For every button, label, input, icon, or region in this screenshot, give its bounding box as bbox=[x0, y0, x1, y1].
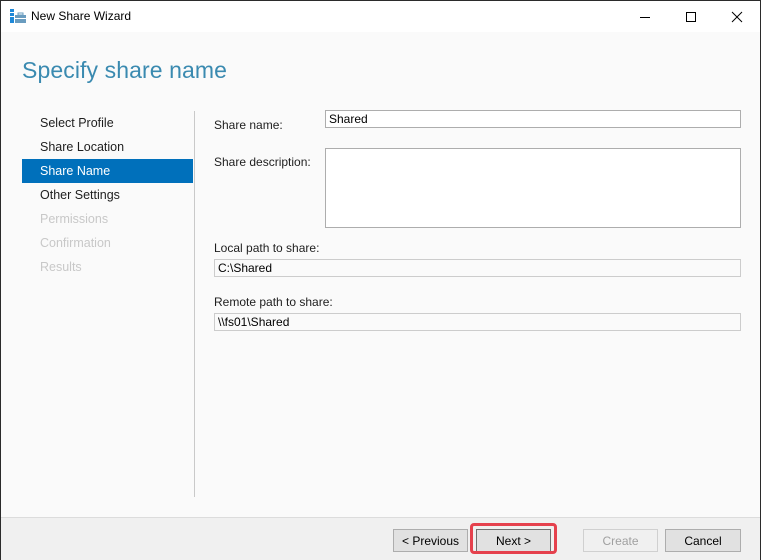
minimize-icon bbox=[640, 16, 650, 18]
minimize-button[interactable] bbox=[622, 1, 668, 32]
title-bar[interactable]: New Share Wizard bbox=[1, 1, 760, 32]
nav-item-permissions: Permissions bbox=[40, 212, 109, 226]
maximize-button[interactable] bbox=[668, 1, 714, 32]
server-share-icon bbox=[10, 9, 26, 23]
nav-item-select-profile[interactable]: Select Profile bbox=[22, 111, 193, 135]
maximize-icon bbox=[686, 11, 696, 22]
next-button[interactable]: Next > bbox=[476, 529, 551, 552]
nav-item-confirmation: Confirmation bbox=[40, 236, 111, 250]
wizard-window: New Share Wizard Specify share name Sele… bbox=[0, 0, 761, 560]
share-description-label: Share description: bbox=[214, 155, 311, 169]
previous-button[interactable]: < Previous bbox=[393, 529, 468, 552]
local-path-field: C:\Shared bbox=[214, 259, 741, 277]
nav-divider bbox=[194, 111, 195, 497]
cancel-button[interactable]: Cancel bbox=[665, 529, 741, 552]
close-button[interactable] bbox=[714, 1, 760, 32]
share-name-label: Share name: bbox=[214, 118, 283, 132]
nav-item-share-location[interactable]: Share Location bbox=[22, 135, 193, 159]
share-name-input[interactable]: Shared bbox=[325, 110, 741, 128]
remote-path-label: Remote path to share: bbox=[214, 295, 333, 309]
create-button: Create bbox=[583, 529, 658, 552]
share-description-textarea[interactable] bbox=[325, 148, 741, 228]
nav-item-share-name[interactable]: Share Name bbox=[22, 159, 193, 183]
local-path-label: Local path to share: bbox=[214, 241, 320, 255]
nav-item-results: Results bbox=[40, 260, 82, 274]
page-title: Specify share name bbox=[22, 57, 228, 83]
close-icon bbox=[731, 11, 743, 22]
wizard-nav: Select Profile Share Location Share Name… bbox=[22, 111, 193, 279]
remote-path-field: \\fs01\Shared bbox=[214, 313, 741, 331]
window-title: New Share Wizard bbox=[31, 9, 132, 23]
wizard-footer: < Previous Next > Create Cancel bbox=[1, 517, 760, 560]
nav-item-other-settings[interactable]: Other Settings bbox=[22, 183, 193, 207]
